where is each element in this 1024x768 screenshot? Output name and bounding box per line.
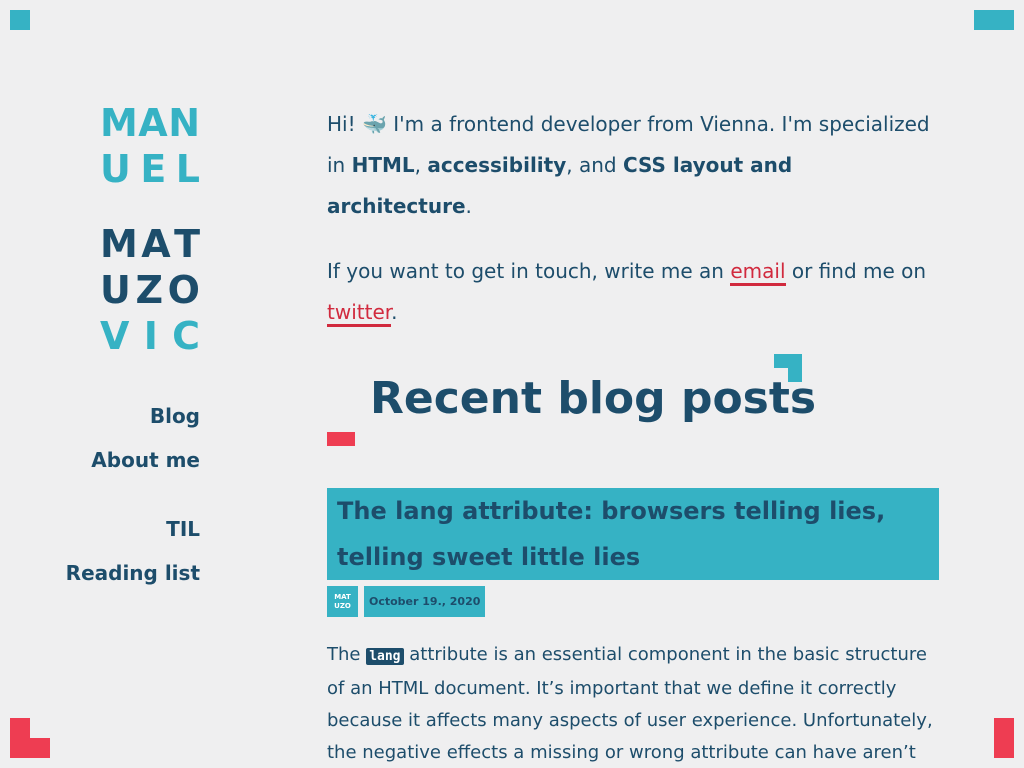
contact-text: If you want to get in touch, write me an	[327, 259, 731, 283]
email-link[interactable]: email	[730, 259, 786, 286]
intro-paragraph: Hi! 🐳 I'm a frontend developer from Vien…	[327, 104, 939, 227]
skill-accessibility: accessibility	[427, 153, 567, 177]
main-navigation: Blog About me TIL Reading list	[40, 394, 200, 595]
nav-item-about-me[interactable]: About me	[40, 438, 200, 482]
excerpt-text: The	[327, 644, 367, 665]
logo-letter: Z	[135, 268, 164, 312]
corner-decoration-bottom-right	[994, 718, 1014, 758]
post-meta: MAT UZO October 19., 2020	[327, 586, 939, 617]
recent-posts-heading-block: Recent blog posts	[327, 354, 816, 446]
intro-text: ,	[414, 153, 428, 177]
intro-text: , and	[566, 153, 623, 177]
twitter-link[interactable]: twitter	[327, 300, 392, 327]
logo-letter: M	[100, 222, 138, 266]
nav-item-reading-list[interactable]: Reading list	[40, 551, 200, 595]
intro-section: Hi! 🐳 I'm a frontend developer from Vien…	[327, 104, 939, 357]
logo-row-matuzovic-2: U Z O	[100, 267, 200, 313]
corner-decoration-top-left	[10, 10, 30, 30]
logo-letter: L	[175, 147, 200, 191]
skill-html: HTML	[351, 153, 415, 177]
logo-row-matuzovic-3: V I C	[100, 313, 200, 359]
avatar-text: UZO	[334, 601, 351, 610]
whale-icon: 🐳	[361, 112, 387, 136]
recent-posts-heading: Recent blog posts	[370, 373, 817, 424]
site-logo[interactable]: M A N U E L M A T U Z O V I C	[100, 100, 204, 359]
post-date: October 19., 2020	[364, 586, 486, 617]
corner-decoration-bottom-left	[10, 718, 50, 758]
contact-paragraph: If you want to get in touch, write me an…	[327, 251, 939, 333]
logo-row-manuel-1: M A N	[100, 100, 200, 146]
heading-decoration-red	[327, 432, 355, 446]
logo-letter: U	[100, 147, 131, 191]
logo-letter: U	[100, 268, 131, 312]
contact-text: .	[391, 300, 398, 324]
blog-post-card: The lang attribute: browsers telling lie…	[327, 488, 939, 768]
logo-letter: T	[174, 222, 200, 266]
logo-letter: C	[172, 314, 200, 358]
excerpt-text: attribute is an essential component in t…	[327, 644, 933, 763]
code-snippet: lang	[366, 648, 404, 665]
nav-item-til[interactable]: TIL	[40, 507, 200, 551]
corner-decoration-top-right	[974, 10, 1014, 30]
intro-text: Hi!	[327, 112, 362, 136]
logo-letter: A	[141, 222, 171, 266]
avatar-text: MAT	[334, 592, 351, 601]
logo-letter: E	[140, 147, 167, 191]
logo-letter: M	[100, 101, 138, 145]
logo-letter: V	[100, 314, 130, 358]
post-excerpt: The lang attribute is an essential compo…	[327, 639, 939, 768]
page: M A N U E L M A T U Z O V I C Blog About…	[0, 0, 1024, 768]
logo-row-matuzovic-1: M A T	[100, 221, 200, 267]
contact-text: or find me on	[785, 259, 927, 283]
intro-text: .	[465, 194, 472, 218]
author-avatar: MAT UZO	[327, 586, 358, 617]
nav-item-blog[interactable]: Blog	[40, 394, 200, 438]
logo-row-manuel-2: U E L	[100, 146, 200, 192]
logo-letter: A	[138, 101, 168, 145]
post-title-link[interactable]: The lang attribute: browsers telling lie…	[327, 488, 939, 580]
logo-letter: O	[167, 268, 200, 312]
logo-letter: I	[143, 314, 158, 358]
logo-letter: N	[168, 101, 200, 145]
